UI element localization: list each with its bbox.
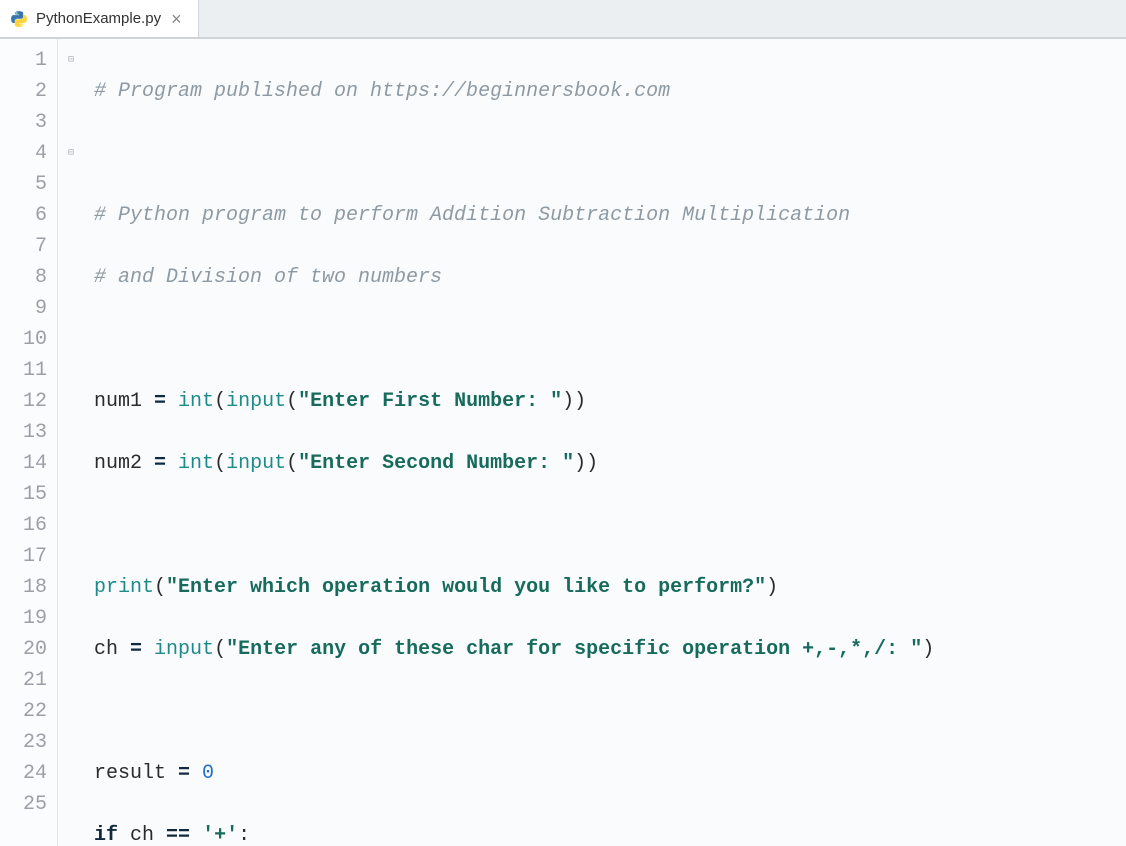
editor-area[interactable]: 1234567891011121314151617181920212223242…: [0, 38, 1126, 846]
code-line: [94, 696, 1126, 727]
line-number: 18: [0, 572, 47, 603]
code-line: # Program published on https://beginners…: [94, 76, 1126, 107]
editor-tab[interactable]: PythonExample.py ×: [0, 0, 199, 37]
code-line: # and Division of two numbers: [94, 262, 1126, 293]
code-line: ch = input("Enter any of these char for …: [94, 634, 1126, 665]
code-line: print("Enter which operation would you l…: [94, 572, 1126, 603]
line-number: 3: [0, 107, 47, 138]
tab-bar: PythonExample.py ×: [0, 0, 1126, 38]
code-line: [94, 138, 1126, 169]
code-line: # Python program to perform Addition Sub…: [94, 200, 1126, 231]
code-line: num1 = int(input("Enter First Number: ")…: [94, 386, 1126, 417]
line-number: 6: [0, 200, 47, 231]
line-number: 25: [0, 789, 47, 820]
line-number: 2: [0, 76, 47, 107]
line-number: 13: [0, 417, 47, 448]
line-number: 20: [0, 634, 47, 665]
line-number: 10: [0, 324, 47, 355]
python-file-icon: [10, 10, 28, 28]
line-number: 7: [0, 231, 47, 262]
line-number: 4: [0, 138, 47, 169]
code-line: result = 0: [94, 758, 1126, 789]
tab-title: PythonExample.py: [36, 10, 161, 27]
fold-marker-icon[interactable]: ⊟: [58, 138, 84, 169]
line-number: 5: [0, 169, 47, 200]
code-line: if ch == '+':: [94, 820, 1126, 846]
line-number: 15: [0, 479, 47, 510]
code-line: num2 = int(input("Enter Second Number: "…: [94, 448, 1126, 479]
fold-marker-icon[interactable]: ⊟: [58, 45, 84, 76]
code-editor[interactable]: # Program published on https://beginners…: [84, 39, 1126, 846]
line-number: 24: [0, 758, 47, 789]
line-number: 11: [0, 355, 47, 386]
line-number: 1: [0, 45, 47, 76]
line-number: 23: [0, 727, 47, 758]
line-number: 22: [0, 696, 47, 727]
line-number: 19: [0, 603, 47, 634]
line-number: 9: [0, 293, 47, 324]
close-tab-button[interactable]: ×: [169, 8, 184, 30]
line-number: 17: [0, 541, 47, 572]
code-line: [94, 510, 1126, 541]
line-number: 14: [0, 448, 47, 479]
ide-window: PythonExample.py × 123456789101112131415…: [0, 0, 1126, 846]
fold-gutter: ⊟ ⊟: [58, 39, 84, 846]
line-number: 21: [0, 665, 47, 696]
code-line: [94, 324, 1126, 355]
line-number: 12: [0, 386, 47, 417]
line-number: 8: [0, 262, 47, 293]
line-number-gutter: 1234567891011121314151617181920212223242…: [0, 39, 58, 846]
line-number: 16: [0, 510, 47, 541]
